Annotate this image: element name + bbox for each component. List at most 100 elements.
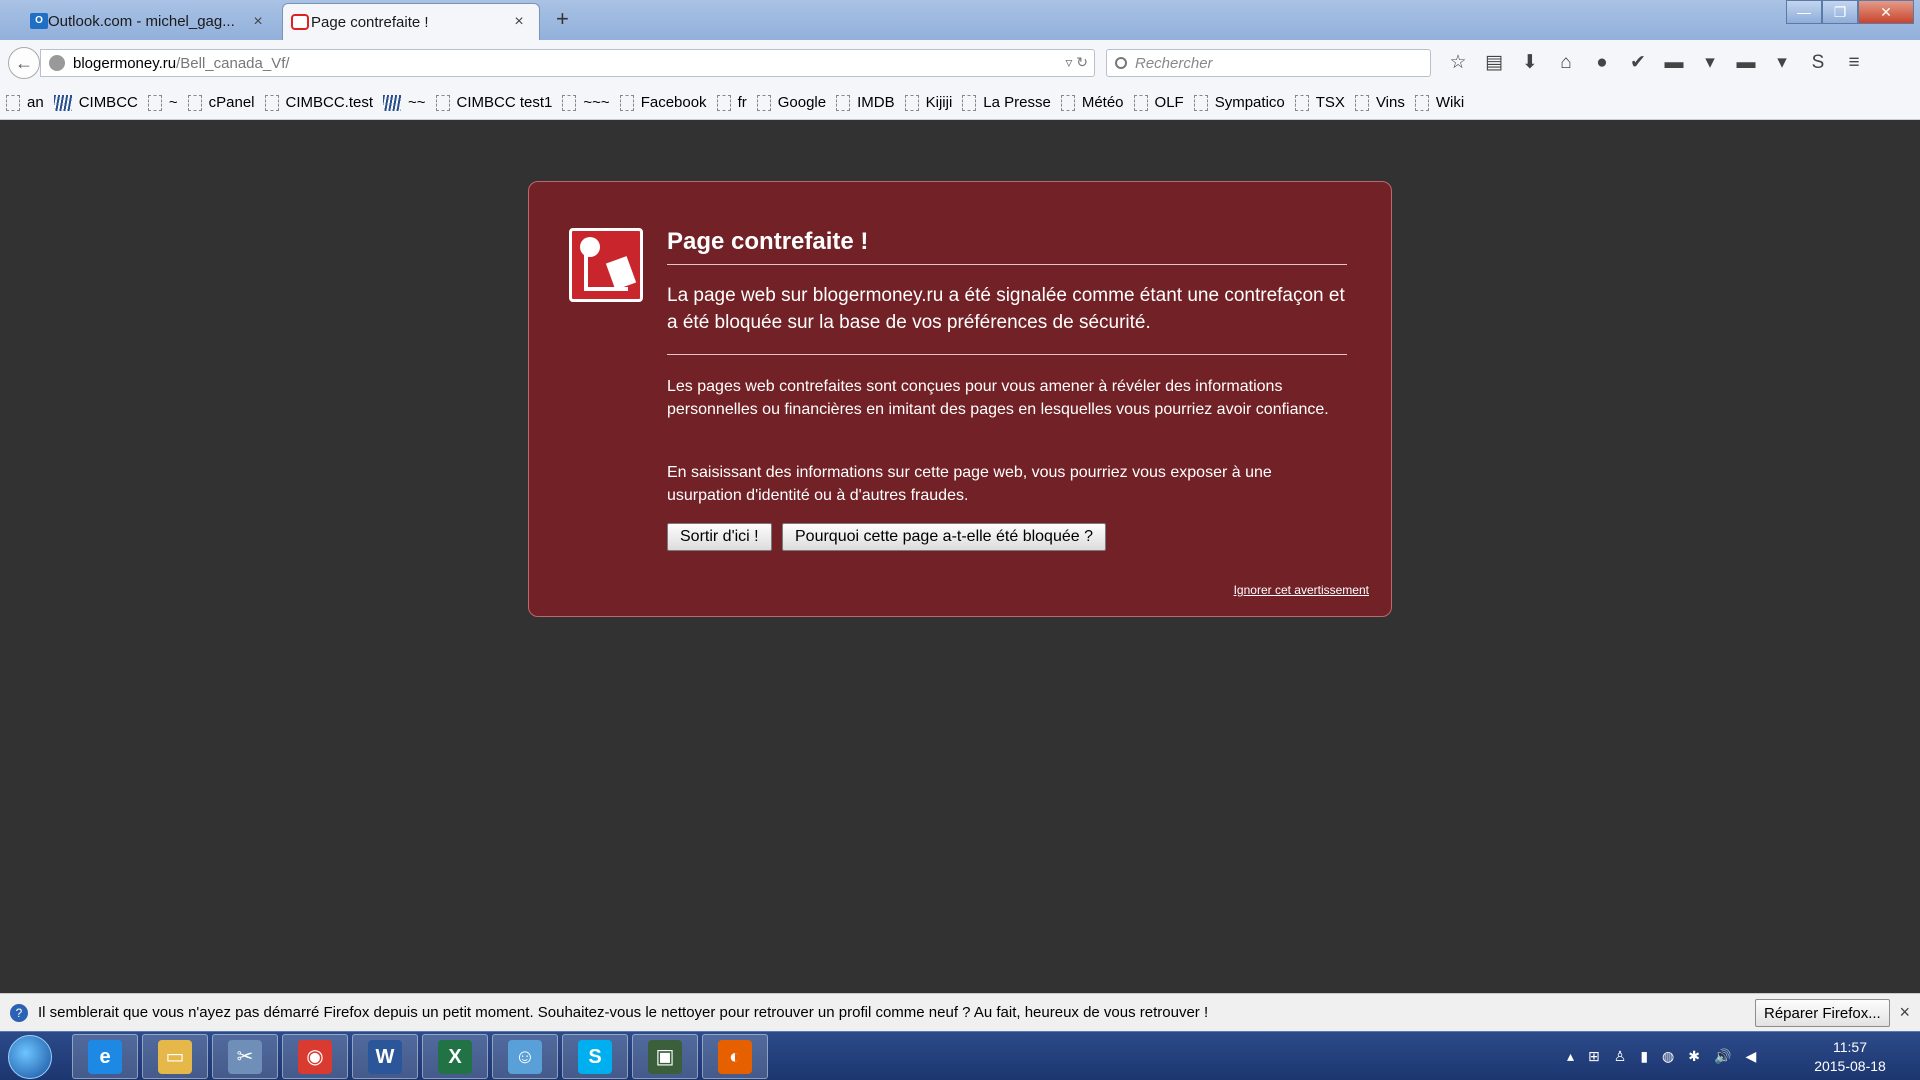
home-icon[interactable]: ⌂	[1548, 48, 1584, 78]
word-icon: W	[368, 1039, 402, 1074]
bookmark-item[interactable]: an	[6, 94, 44, 111]
bookmark-star-icon[interactable]: ☆	[1440, 48, 1476, 78]
bookmarks-toolbar: an CIMBCC ~ cPanel CIMBCC.test ~~ CIMBCC test1…	[0, 86, 1920, 120]
bookmark-label: TSX	[1315, 94, 1345, 111]
taskbar-app-button[interactable]: e	[72, 1034, 138, 1079]
error-title: Page contrefaite !	[667, 228, 1347, 265]
bookmark-item[interactable]: Météo	[1060, 94, 1124, 111]
dropdown-icon[interactable]: ▾	[1692, 48, 1728, 78]
bookmark-label: CIMBCC.test	[285, 94, 374, 111]
bookmark-item[interactable]: OLF	[1133, 94, 1184, 111]
bookmark-item[interactable]: ~~~	[562, 94, 610, 111]
tab-close-icon[interactable]: ×	[250, 13, 266, 31]
taskbar-app-button[interactable]: ✂	[212, 1034, 278, 1079]
taskbar-app-button[interactable]: ▭	[142, 1034, 208, 1079]
tray-icon[interactable]: ◀	[1745, 1048, 1756, 1065]
taskbar-app-button[interactable]: ▣	[632, 1034, 698, 1079]
tray-icon[interactable]: ⊞	[1588, 1048, 1600, 1065]
bookmark-label: Vins	[1375, 94, 1405, 111]
wave-favicon-icon	[383, 94, 402, 111]
tab-outlook[interactable]: O Outlook.com - michel_gag... ×	[20, 3, 278, 40]
clock-date: 2015-08-18	[1814, 1058, 1886, 1074]
bookmark-item[interactable]: Wiki	[1414, 94, 1465, 111]
start-button[interactable]	[8, 1035, 52, 1079]
bookmark-item[interactable]: Kijiji	[904, 94, 952, 111]
dropdown-icon-2[interactable]: ▾	[1764, 48, 1800, 78]
page-favicon-icon	[1133, 94, 1148, 111]
window-close-button[interactable]: ✕	[1858, 0, 1914, 24]
get-me-out-button[interactable]: Sortir d'ici !	[667, 523, 772, 551]
menu-icon[interactable]: ≡	[1836, 48, 1872, 78]
taskbar-app-button[interactable]: W	[352, 1034, 418, 1079]
bookmark-item[interactable]: CIMBCC	[53, 94, 138, 111]
search-input[interactable]: Rechercher	[1106, 49, 1431, 77]
yellow-addon-icon[interactable]: ▬	[1728, 48, 1764, 78]
taskbar-app-button[interactable]: ☺	[492, 1034, 558, 1079]
tray-icon[interactable]: ▴	[1567, 1048, 1574, 1065]
bookmark-item[interactable]: CIMBCC.test	[264, 94, 374, 111]
taskbar-app-button[interactable]: X	[422, 1034, 488, 1079]
bookmark-item[interactable]: Google	[756, 94, 826, 111]
file-explorer-icon: ▭	[158, 1039, 192, 1074]
page-favicon-icon	[435, 94, 450, 111]
ignore-warning-link[interactable]: Ignorer cet avertissement	[1234, 583, 1369, 597]
taskbar-app-button[interactable]: ◐	[702, 1034, 768, 1079]
toolbar-icons: ☆ ▤ ⬇ ⌂ ● ✔ ▬ ▾ ▬ ▾ S ≡	[1440, 48, 1872, 78]
green-addon-icon[interactable]: ▬	[1656, 48, 1692, 78]
why-blocked-button[interactable]: Pourquoi cette page a-t-elle été bloquée…	[782, 523, 1106, 551]
bookmark-item[interactable]: ~~	[383, 94, 426, 111]
tray-icon[interactable]: 🔊	[1714, 1048, 1731, 1065]
url-path: /Bell_canada_Vf/	[176, 54, 290, 72]
minimize-button[interactable]: —	[1786, 0, 1822, 24]
bookmark-label: ~~~	[583, 94, 610, 111]
tray-icon[interactable]: ▮	[1640, 1048, 1648, 1065]
bookmark-item[interactable]: fr	[716, 94, 747, 111]
reload-icon[interactable]: ▿ ↻	[1065, 54, 1088, 71]
search-icon	[1115, 57, 1127, 69]
bookmark-item[interactable]: La Presse	[962, 94, 1051, 111]
bookmark-label: CIMBCC	[78, 94, 138, 111]
internet-explorer-icon: e	[88, 1039, 122, 1074]
close-icon[interactable]: ×	[1899, 1002, 1910, 1023]
info-icon: ?	[10, 1003, 28, 1022]
bookmark-item[interactable]: ~	[147, 94, 178, 111]
checkmark-icon[interactable]: ✔	[1620, 48, 1656, 78]
clock[interactable]: 11:57 2015-08-18	[1800, 1038, 1900, 1076]
download-icon[interactable]: ⬇	[1512, 48, 1548, 78]
skype-icon[interactable]: S	[1800, 48, 1836, 78]
bookmark-item[interactable]: cPanel	[187, 94, 255, 111]
chat-icon[interactable]: ●	[1584, 48, 1620, 78]
bookmark-item[interactable]: TSX	[1294, 94, 1345, 111]
taskbar-app-button[interactable]: ◉	[282, 1034, 348, 1079]
bookmark-item[interactable]: Sympatico	[1193, 94, 1285, 111]
tray-icon[interactable]: ✱	[1688, 1048, 1700, 1065]
notification-text: Il semblerait que vous n'ayez pas démarr…	[38, 1004, 1209, 1021]
reading-list-icon[interactable]: ▤	[1476, 48, 1512, 78]
bookmark-item[interactable]: Facebook	[619, 94, 707, 111]
bookmark-item[interactable]: IMDB	[836, 94, 895, 111]
bookmark-item[interactable]: CIMBCC test1	[435, 94, 553, 111]
warning-page-icon	[291, 14, 309, 30]
url-bar[interactable]: blogermoney.ru/Bell_canada_Vf/ ▿ ↻	[40, 49, 1095, 77]
terminal-icon: ▣	[648, 1039, 682, 1074]
new-tab-button[interactable]: +	[556, 6, 569, 32]
bookmark-label: an	[27, 94, 44, 111]
page-favicon-icon	[6, 94, 20, 111]
tray-icon[interactable]: ◍	[1662, 1048, 1674, 1065]
tray-icon[interactable]: ♙	[1614, 1048, 1627, 1065]
error-short-description: La page web sur blogermoney.ru a été sig…	[667, 282, 1347, 355]
maximize-button[interactable]: ❐	[1822, 0, 1858, 24]
bookmark-label: CIMBCC test1	[456, 94, 553, 111]
tab-close-icon[interactable]: ×	[511, 13, 527, 31]
page-favicon-icon	[1060, 94, 1075, 111]
bookmark-label: ~	[168, 94, 178, 111]
tab-counterfeit-page[interactable]: Page contrefaite ! ×	[282, 3, 540, 40]
repair-firefox-button[interactable]: Réparer Firefox...	[1755, 999, 1890, 1027]
bookmark-item[interactable]: Vins	[1354, 94, 1405, 111]
bookmark-label: Sympatico	[1214, 94, 1285, 111]
bookmark-label: Wiki	[1435, 94, 1465, 111]
taskbar-app-button[interactable]: S	[562, 1034, 628, 1079]
system-tray: ▴ ⊞ ♙ ▮ ◍ ✱ 🔊 ◀	[1560, 1032, 1763, 1080]
chrome-icon: ◉	[298, 1039, 332, 1074]
back-button[interactable]: ←	[8, 47, 40, 79]
